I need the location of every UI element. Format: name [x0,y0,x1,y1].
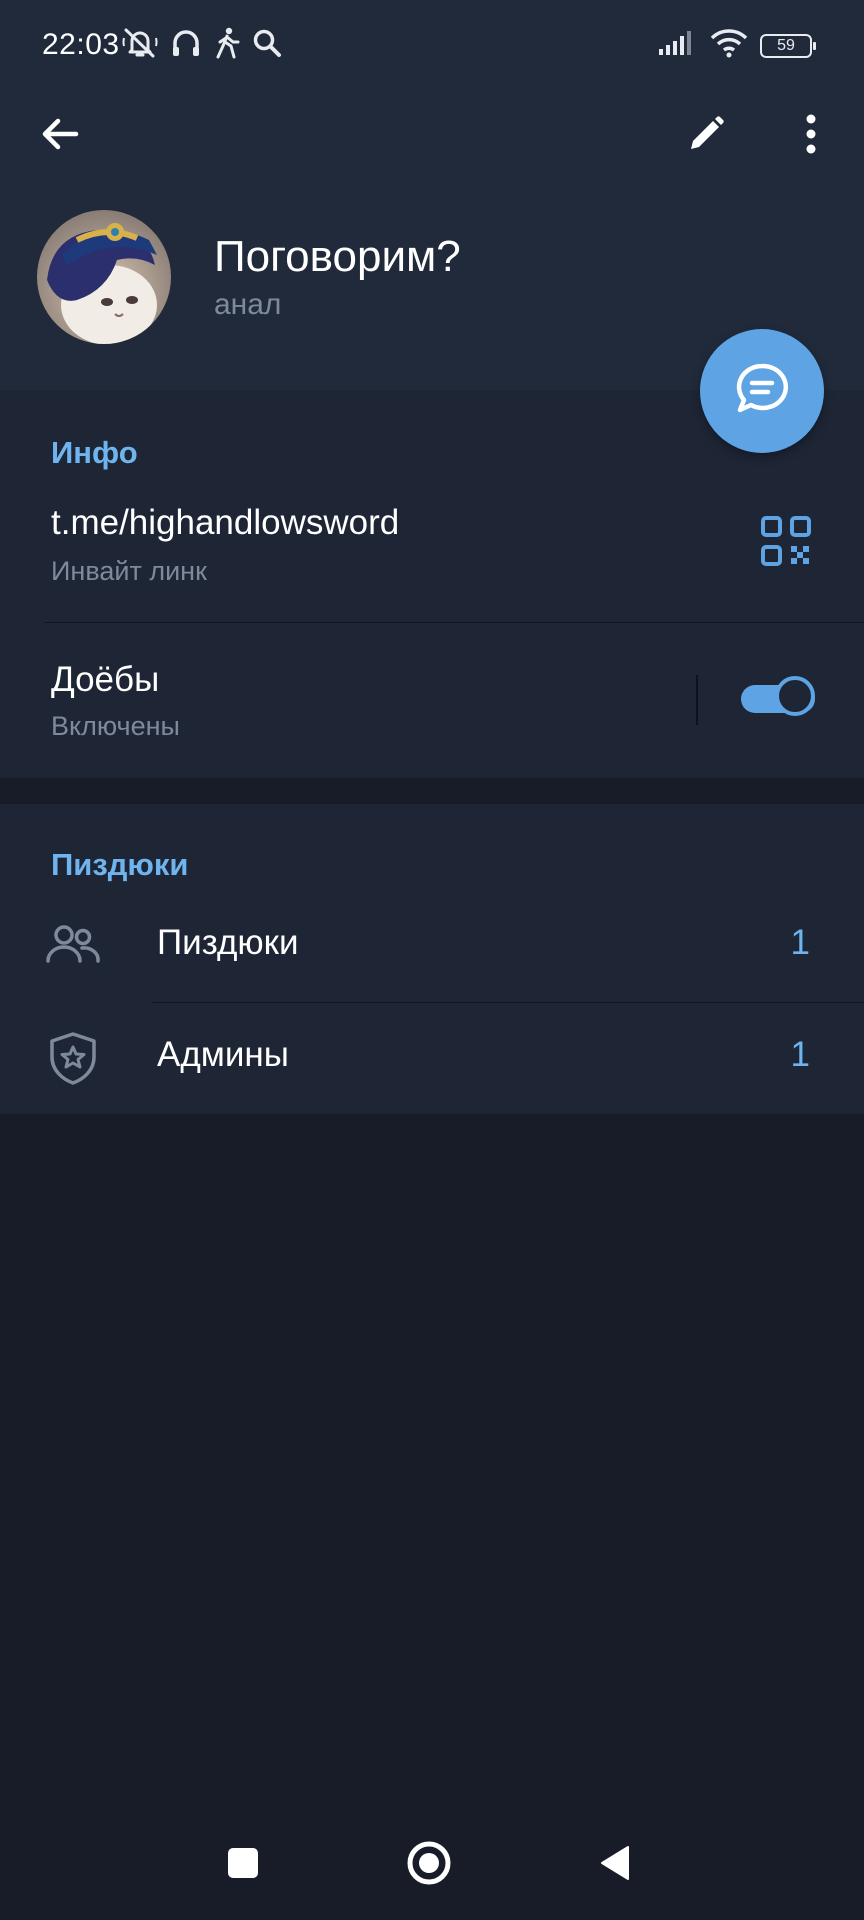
navigation-bar [0,1810,864,1920]
edit-button[interactable] [674,104,738,168]
pencil-icon [686,114,726,159]
members-section: Пиздюки Пиздюки 1 Админы 1 [0,804,864,1114]
members-section-title: Пиздюки [51,847,189,882]
battery-level: 59 [777,36,795,54]
members-row[interactable]: Пиздюки 1 [0,891,864,1001]
back-button[interactable] [28,104,92,168]
chat-title: Поговорим? [214,232,461,281]
walking-icon [214,27,240,59]
admins-count: 1 [790,1035,810,1074]
status-bar: 22:03 59 [0,0,864,92]
invite-link[interactable]: t.me/highandlowsword [51,503,399,543]
arrow-left-icon [40,114,80,159]
recents-button[interactable] [208,1830,278,1900]
status-icons-right: 59 [658,28,816,63]
mute-alarm-icon [122,26,158,60]
circle-icon [406,1840,452,1891]
search-icon [252,28,282,58]
toggle-thumb [775,676,815,716]
invite-link-caption: Инвайт линк [51,556,207,586]
members-count: 1 [790,923,810,962]
message-icon [732,359,792,424]
people-icon [44,917,102,975]
profile-header: 22:03 59 Поговорим? анал [0,0,864,390]
home-button[interactable] [394,1830,464,1900]
members-label: Пиздюки [157,923,299,962]
admins-row[interactable]: Админы 1 [0,1003,864,1113]
square-icon [226,1846,260,1885]
back-nav-button[interactable] [580,1830,650,1900]
channel-info-screen: 22:03 59 Поговорим? анал Инфо t.me/higha… [0,0,864,1920]
chat-subtitle: анал [214,288,282,321]
setting-value: Включены [51,711,180,741]
status-icons-left [122,26,282,60]
triangle-back-icon [598,1844,632,1887]
open-chat-button[interactable] [700,329,824,453]
admins-label: Админы [157,1035,289,1074]
more-menu-button[interactable] [779,104,843,168]
battery-icon: 59 [760,33,816,58]
info-section: Инфо t.me/highandlowsword Инвайт линк До… [0,390,864,778]
setting-toggle[interactable] [741,676,819,720]
status-time: 22:03 [42,28,120,61]
setting-row[interactable]: Доёбы Включены [0,623,864,778]
more-vertical-icon [805,114,817,159]
qr-code-button[interactable] [760,515,812,567]
avatar[interactable] [37,210,171,344]
qr-code-icon [760,516,812,571]
wifi-icon [710,28,748,63]
toggle-separator [696,675,698,725]
headphones-icon [170,27,202,59]
setting-label: Доёбы [51,660,160,699]
signal-icon [658,30,698,61]
shield-star-icon [44,1029,102,1087]
